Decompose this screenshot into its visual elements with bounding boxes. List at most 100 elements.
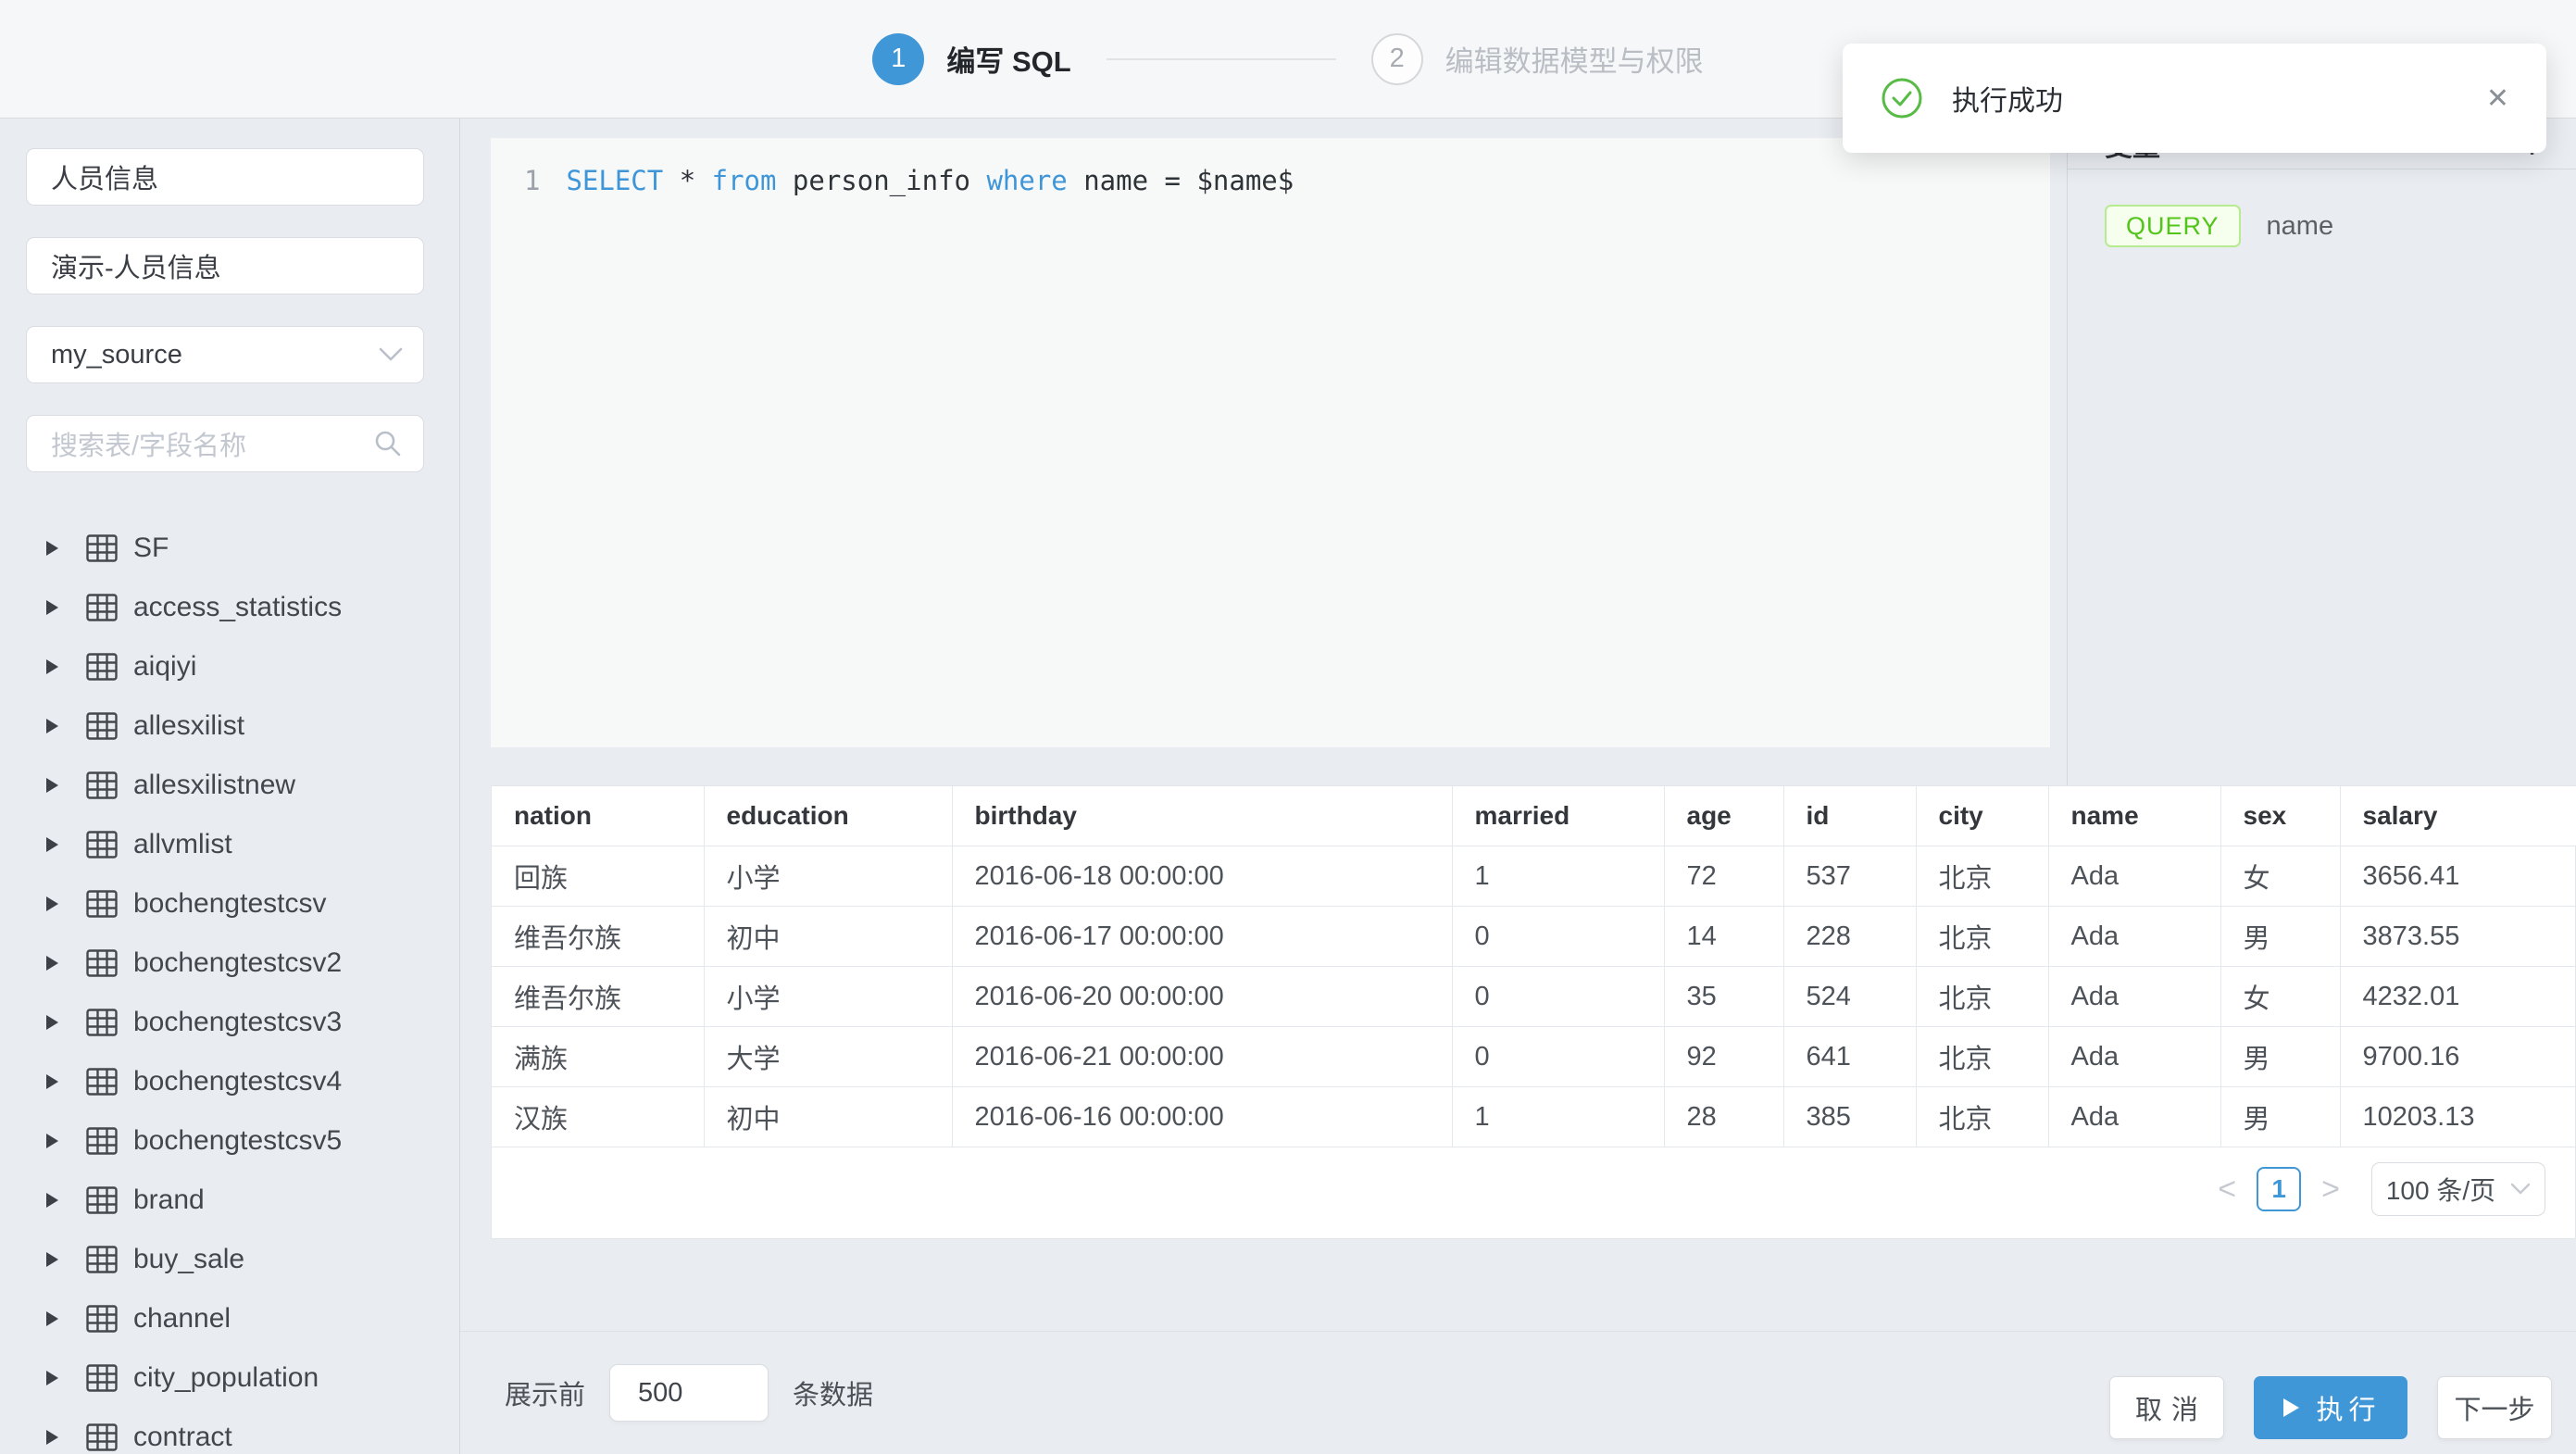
sidebar: 人员信息 演示-人员信息 my_source 搜索表/字段名称 SF — [0, 119, 460, 1454]
sql-keyword: from — [712, 165, 777, 196]
table-name: channel — [133, 1303, 231, 1335]
prev-page-button[interactable]: < — [2208, 1172, 2245, 1208]
table-grid-icon — [86, 1305, 118, 1333]
current-page-button[interactable]: 1 — [2257, 1167, 2301, 1211]
table-tree-item[interactable]: SF — [0, 519, 459, 578]
table-grid-icon — [86, 1246, 118, 1273]
table-cell: 小学 — [704, 967, 952, 1027]
table-cell: 0 — [1452, 1027, 1664, 1087]
table-cell: 1 — [1452, 846, 1664, 907]
column-header: sex — [2220, 786, 2340, 846]
column-header: education — [704, 786, 952, 846]
table-cell: 初中 — [704, 907, 952, 967]
search-placeholder: 搜索表/字段名称 — [51, 424, 246, 463]
table-cell: 9700.16 — [2340, 1027, 2576, 1087]
caret-right-icon[interactable] — [46, 1371, 58, 1385]
table-row: 汉族初中2016-06-16 00:00:00128385北京Ada男10203… — [492, 1087, 2576, 1147]
table-tree-item[interactable]: city_population — [0, 1348, 459, 1408]
table-name: contract — [133, 1422, 232, 1453]
table-name: bochengtestcsv5 — [133, 1125, 342, 1157]
table-cell: 4232.01 — [2340, 967, 2576, 1027]
column-header: id — [1783, 786, 1916, 846]
table-tree-item[interactable]: allesxilist — [0, 696, 459, 756]
table-grid-icon — [86, 1009, 118, 1036]
table-name: aiqiyi — [133, 651, 196, 683]
table-tree-item[interactable]: allvmlist — [0, 815, 459, 874]
sql-keyword: where — [986, 165, 1067, 196]
caret-right-icon[interactable] — [46, 719, 58, 733]
table-name: bochengtestcsv — [133, 888, 326, 920]
caret-right-icon[interactable] — [46, 1074, 58, 1089]
variable-item[interactable]: QUERY name — [2105, 205, 2576, 247]
execute-button[interactable]: 执行 — [2254, 1376, 2407, 1439]
column-header: married — [1452, 786, 1664, 846]
table-tree-item[interactable]: channel — [0, 1289, 459, 1348]
caret-right-icon[interactable] — [46, 1252, 58, 1267]
table-cell: 2016-06-17 00:00:00 — [952, 907, 1452, 967]
table-tree: SF access_statistics aiqiyi — [0, 519, 459, 1454]
table-tree-item[interactable]: allesxilistnew — [0, 756, 459, 815]
caret-right-icon[interactable] — [46, 956, 58, 971]
close-icon[interactable]: ✕ — [2486, 82, 2509, 115]
results-header-row: nationeducationbirthdaymarriedageidcityn… — [492, 786, 2576, 846]
caret-right-icon[interactable] — [46, 659, 58, 674]
variable-name: name — [2267, 211, 2334, 242]
table-tree-item[interactable]: bochengtestcsv3 — [0, 993, 459, 1052]
table-tree-item[interactable]: aiqiyi — [0, 637, 459, 696]
table-cell: 10203.13 — [2340, 1087, 2576, 1147]
table-cell: 北京 — [1916, 846, 2048, 907]
table-cell: 385 — [1783, 1087, 1916, 1147]
table-cell: 72 — [1664, 846, 1783, 907]
table-tree-item[interactable]: bochengtestcsv — [0, 874, 459, 934]
caret-right-icon[interactable] — [46, 1193, 58, 1208]
row-limit-input[interactable]: 500 — [609, 1364, 769, 1422]
caret-right-icon[interactable] — [46, 896, 58, 911]
table-tree-item[interactable]: bochengtestcsv4 — [0, 1052, 459, 1111]
limit-prefix-label: 展示前 — [505, 1373, 585, 1412]
table-tree-item[interactable]: brand — [0, 1171, 459, 1230]
table-name: bochengtestcsv4 — [133, 1066, 342, 1097]
table-cell: 汉族 — [492, 1087, 704, 1147]
caret-right-icon[interactable] — [46, 1015, 58, 1030]
table-tree-item[interactable]: buy_sale — [0, 1230, 459, 1289]
page-size-value: 100 条/页 — [2386, 1171, 2495, 1208]
cancel-button[interactable]: 取消 — [2109, 1376, 2224, 1439]
next-step-button[interactable]: 下一步 — [2437, 1376, 2552, 1439]
display-name-input[interactable]: 演示-人员信息 — [26, 237, 424, 295]
table-tree-item[interactable]: access_statistics — [0, 578, 459, 637]
datasource-select[interactable]: my_source — [26, 326, 424, 383]
page-size-select[interactable]: 100 条/页 — [2371, 1162, 2545, 1216]
caret-right-icon[interactable] — [46, 541, 58, 556]
table-cell: 35 — [1664, 967, 1783, 1027]
table-name: city_population — [133, 1362, 319, 1394]
execute-label: 执行 — [2316, 1388, 2381, 1427]
caret-right-icon[interactable] — [46, 600, 58, 615]
table-tree-item[interactable]: contract — [0, 1408, 459, 1454]
table-cell: 大学 — [704, 1027, 952, 1087]
next-page-button[interactable]: > — [2312, 1172, 2349, 1208]
table-tree-item[interactable]: bochengtestcsv2 — [0, 934, 459, 993]
datasource-value: my_source — [51, 340, 182, 370]
table-grid-icon — [86, 771, 118, 799]
row-limit-group: 展示前 500 条数据 — [505, 1332, 873, 1454]
model-name-input[interactable]: 人员信息 — [26, 148, 424, 206]
sql-code-line: 1 SELECT * from person_info where name =… — [491, 138, 2050, 199]
table-cell: 2016-06-21 00:00:00 — [952, 1027, 1452, 1087]
table-cell: 回族 — [492, 846, 704, 907]
table-cell: 537 — [1783, 846, 1916, 907]
table-cell: 男 — [2220, 1087, 2340, 1147]
table-tree-item[interactable]: bochengtestcsv5 — [0, 1111, 459, 1171]
caret-right-icon[interactable] — [46, 1134, 58, 1148]
table-grid-icon — [86, 594, 118, 621]
search-input[interactable]: 搜索表/字段名称 — [26, 415, 424, 472]
caret-right-icon[interactable] — [46, 837, 58, 852]
table-cell: 92 — [1664, 1027, 1783, 1087]
caret-right-icon[interactable] — [46, 1430, 58, 1445]
table-grid-icon — [86, 653, 118, 681]
caret-right-icon[interactable] — [46, 778, 58, 793]
table-cell: 北京 — [1916, 1027, 2048, 1087]
step-2-edit-model: 2 编辑数据模型与权限 — [1371, 33, 1704, 85]
caret-right-icon[interactable] — [46, 1311, 58, 1326]
sql-editor[interactable]: 1 SELECT * from person_info where name =… — [491, 138, 2050, 747]
table-grid-icon — [86, 890, 118, 918]
